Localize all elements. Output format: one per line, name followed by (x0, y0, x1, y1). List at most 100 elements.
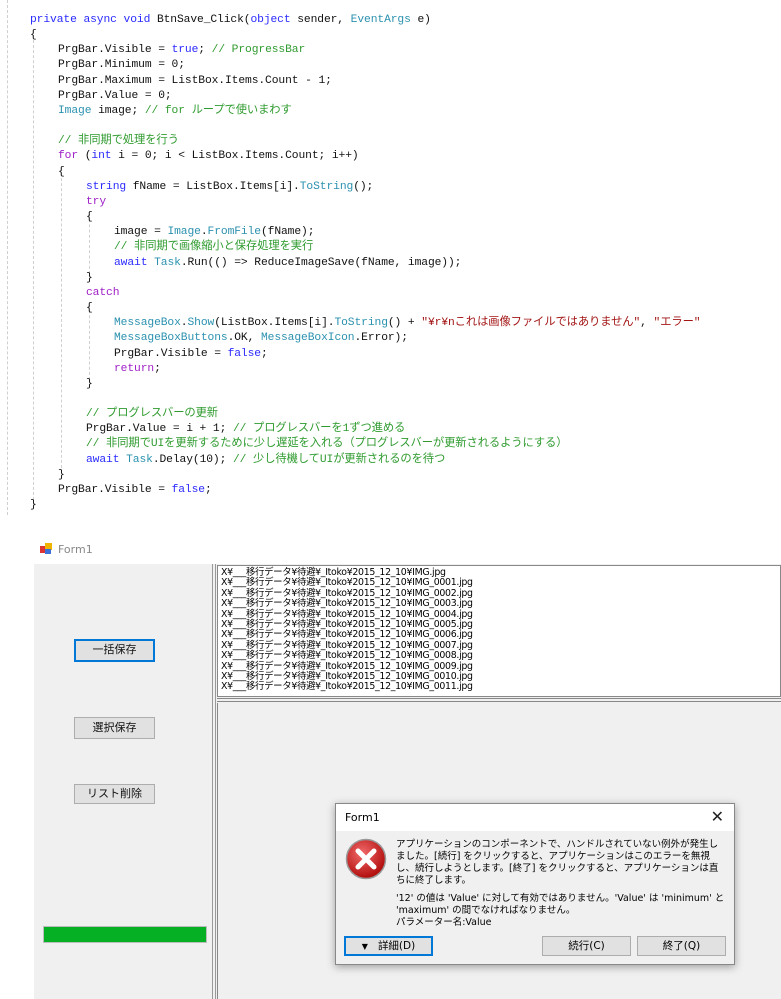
code-line: // 非同期でUIを更新するために少し遅延を入れる（プログレスバーが更新されるよ… (86, 437, 567, 452)
code-line: } (86, 377, 93, 392)
code-token: ; (198, 44, 212, 57)
code-token: catch (86, 286, 120, 299)
code-token: e) (410, 14, 431, 26)
code-line: PrgBar.Visible = true; // ProgressBar (58, 43, 305, 58)
close-icon[interactable]: ✕ (711, 807, 724, 826)
code-token: } (58, 468, 65, 481)
code-token: , (640, 317, 654, 330)
error-icon (345, 838, 387, 880)
vertical-splitter[interactable] (212, 564, 216, 999)
code-token: MessageBox (114, 317, 181, 330)
code-token: i = 0; i < ListBox.Items.Count; i++) (111, 150, 359, 163)
code-token: for (58, 150, 79, 163)
code-token: (ListBox.Items[i]. (214, 317, 335, 330)
code-token: (fName); (260, 226, 315, 239)
list-item[interactable]: X¥___移行データ¥待避¥_Itoko¥2015_12_10¥IMG_0008… (218, 650, 780, 661)
code-token: PrgBar.Value = i + 1; (86, 423, 233, 436)
code-line: Image image; // for ループで使いまわす (58, 104, 292, 119)
code-line: PrgBar.Value = 0; (58, 89, 172, 104)
code-token: ( (78, 150, 92, 163)
code-line: return; (114, 362, 161, 377)
code-line: image = Image.FromFile(fName); (114, 225, 315, 240)
code-line: { (30, 28, 37, 43)
code-token: false (227, 347, 262, 360)
file-listbox[interactable]: X¥___移行データ¥待避¥_Itoko¥2015_12_10¥IMG.jpg X… (217, 565, 781, 697)
code-token: ; (154, 362, 161, 375)
code-token: { (86, 211, 93, 224)
details-label: 詳細(D) (377, 940, 416, 952)
code-token: .OK, (227, 332, 261, 345)
code-token: async (83, 14, 117, 26)
code-token: string (86, 180, 127, 193)
code-token: MessageBoxButtons (114, 332, 228, 345)
code-token: .Delay(10); (152, 453, 233, 466)
dialog-titlebar: Form1 ✕ (336, 804, 734, 831)
indent-guide (89, 305, 90, 380)
code-token: return (114, 362, 155, 375)
code-line: for (int i = 0; i < ListBox.Items.Count;… (58, 149, 359, 164)
code-line: private async void BtnSave_Click(object … (30, 13, 431, 28)
code-token: true (171, 44, 199, 57)
code-token: // プログレスバーを1ずつ進める (232, 423, 406, 436)
code-token: // ProgressBar (211, 44, 306, 57)
code-token: Task (126, 453, 153, 466)
selected-save-button[interactable]: 選択保存 (74, 717, 155, 739)
list-delete-button[interactable]: リスト削除 (74, 784, 155, 804)
code-line: PrgBar.Visible = false; (114, 347, 268, 362)
code-token: await (114, 256, 148, 269)
code-line: } (58, 468, 65, 483)
code-token: { (30, 29, 37, 42)
code-line: PrgBar.Visible = false; (58, 483, 212, 498)
code-line: { (58, 165, 65, 180)
code-token: PrgBar.Visible = (114, 347, 228, 360)
code-token: // 少し待機してUIが更新されるのを待つ (232, 453, 446, 466)
code-editor: private async void BtnSave_Click(object … (0, 0, 781, 520)
code-token: "エラー" (653, 317, 701, 330)
code-line: } (86, 271, 93, 286)
indent-guide (33, 30, 34, 505)
exception-dialog: Form1 ✕ アプリケーションのコンポーネントで、ハンドルされていない例外が発… (335, 803, 735, 965)
code-token: // 非同期でUIを更新するために少し遅延を入れる（プログレスバーが更新されるよ… (86, 438, 568, 451)
code-token: image; (91, 104, 145, 117)
code-token: PrgBar.Maximum = ListBox.Items.Count - 1… (58, 74, 332, 87)
code-token: void (123, 14, 151, 26)
code-line: MessageBox.Show(ListBox.Items[i].ToStrin… (114, 316, 701, 331)
code-line: string fName = ListBox.Items[i].ToString… (86, 180, 373, 195)
list-item[interactable]: X¥___移行データ¥待避¥_Itoko¥2015_12_10¥IMG_0003… (218, 598, 780, 609)
code-token: FromFile (207, 226, 262, 239)
bulk-save-button[interactable]: 一括保存 (74, 639, 155, 662)
code-token: fName = ListBox.Items[i]. (126, 180, 300, 193)
code-token: // for ループで使いまわす (144, 104, 292, 117)
indent-guide (61, 168, 62, 473)
outline-margin (7, 0, 8, 515)
list-item[interactable]: X¥___移行データ¥待避¥_Itoko¥2015_12_10¥IMG_0011… (218, 681, 780, 692)
code-line: PrgBar.Maximum = ListBox.Items.Count - 1… (58, 74, 332, 89)
code-line: await Task.Delay(10); // 少し待機してUIが更新されるの… (86, 453, 445, 468)
horizontal-splitter[interactable] (217, 698, 781, 702)
code-token: EventArgs (350, 14, 411, 26)
code-line: PrgBar.Value = i + 1; // プログレスバーを1ずつ進める (86, 422, 405, 437)
code-token: image = (114, 226, 168, 239)
code-token: Show (187, 317, 215, 330)
code-token: PrgBar.Visible = (58, 44, 172, 57)
code-line: // 非同期で画像縮小と保存処理を実行 (114, 240, 313, 255)
dialog-title: Form1 (345, 811, 380, 824)
code-token: try (86, 195, 107, 208)
code-token: object (250, 14, 291, 26)
code-token: // 非同期で処理を行う (58, 135, 179, 148)
code-token: ToString (299, 180, 354, 193)
details-button[interactable]: ▼ 詳細(D) (344, 936, 433, 956)
code-token: PrgBar.Value = 0; (58, 89, 172, 102)
code-token: . (200, 226, 208, 239)
code-line: // プログレスバーの更新 (86, 407, 218, 422)
code-token: MessageBoxIcon (260, 332, 355, 345)
code-token: PrgBar.Minimum = 0; (58, 59, 185, 72)
code-line: { (86, 210, 93, 225)
code-token: Image (58, 104, 92, 117)
quit-button[interactable]: 終了(Q) (637, 936, 726, 956)
code-token: PrgBar.Visible = (58, 483, 172, 496)
code-token: Image (167, 226, 201, 239)
message-text: '12' の値は 'Value' に対して有効ではありません。'Value' は… (396, 893, 725, 916)
code-token: "¥r¥nこれは画像ファイルではありません" (421, 317, 641, 330)
continue-button[interactable]: 続行(C) (542, 936, 631, 956)
